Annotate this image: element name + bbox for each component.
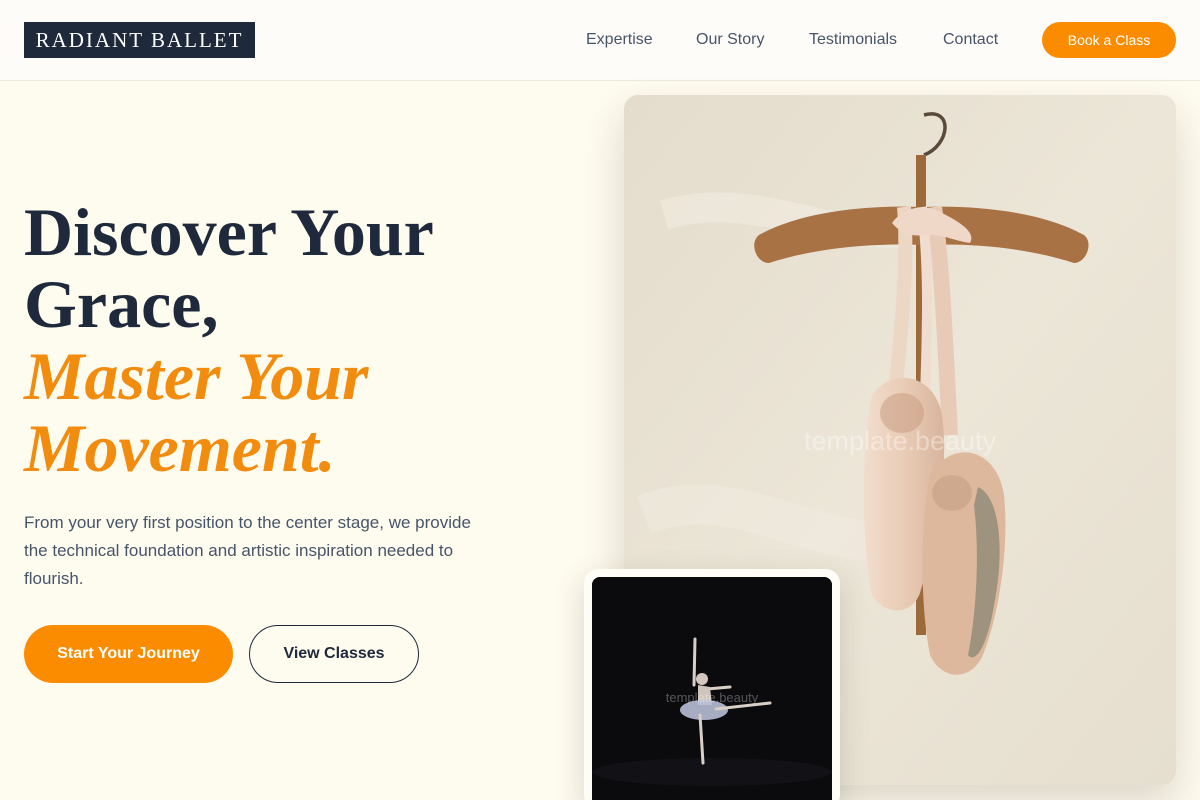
nav-link-expertise[interactable]: Expertise — [586, 30, 653, 50]
ballerina-image: template.beauty — [592, 577, 832, 800]
nav-link-testimonials[interactable]: Testimonials — [809, 30, 897, 50]
hero-accent-line-2: Movement. — [24, 410, 336, 486]
hero-accent-line-1: Master Your — [24, 338, 369, 414]
view-classes-button[interactable]: View Classes — [249, 625, 419, 683]
hero-description: From your very first position to the cen… — [24, 513, 471, 588]
start-journey-button[interactable]: Start Your Journey — [24, 625, 233, 683]
site-header: RADIANT BALLET Expertise Our Story Testi… — [0, 0, 1200, 81]
hero-heading: Discover Your Grace, Master Your Movemen… — [24, 196, 584, 484]
ballerina-card: template.beauty — [584, 569, 840, 800]
hero-title-line-2: Grace, — [24, 266, 219, 342]
main-image-watermark: template.beauty — [804, 426, 997, 456]
ballerina-illustration: template.beauty — [592, 577, 832, 800]
sub-image-watermark: template.beauty — [666, 690, 759, 705]
nav-link-contact[interactable]: Contact — [943, 30, 998, 50]
nav-link-our-story[interactable]: Our Story — [696, 30, 764, 50]
brand-logo[interactable]: RADIANT BALLET — [24, 22, 255, 58]
hero-title-line-1: Discover Your — [24, 194, 434, 270]
book-a-class-button[interactable]: Book a Class — [1042, 22, 1176, 58]
